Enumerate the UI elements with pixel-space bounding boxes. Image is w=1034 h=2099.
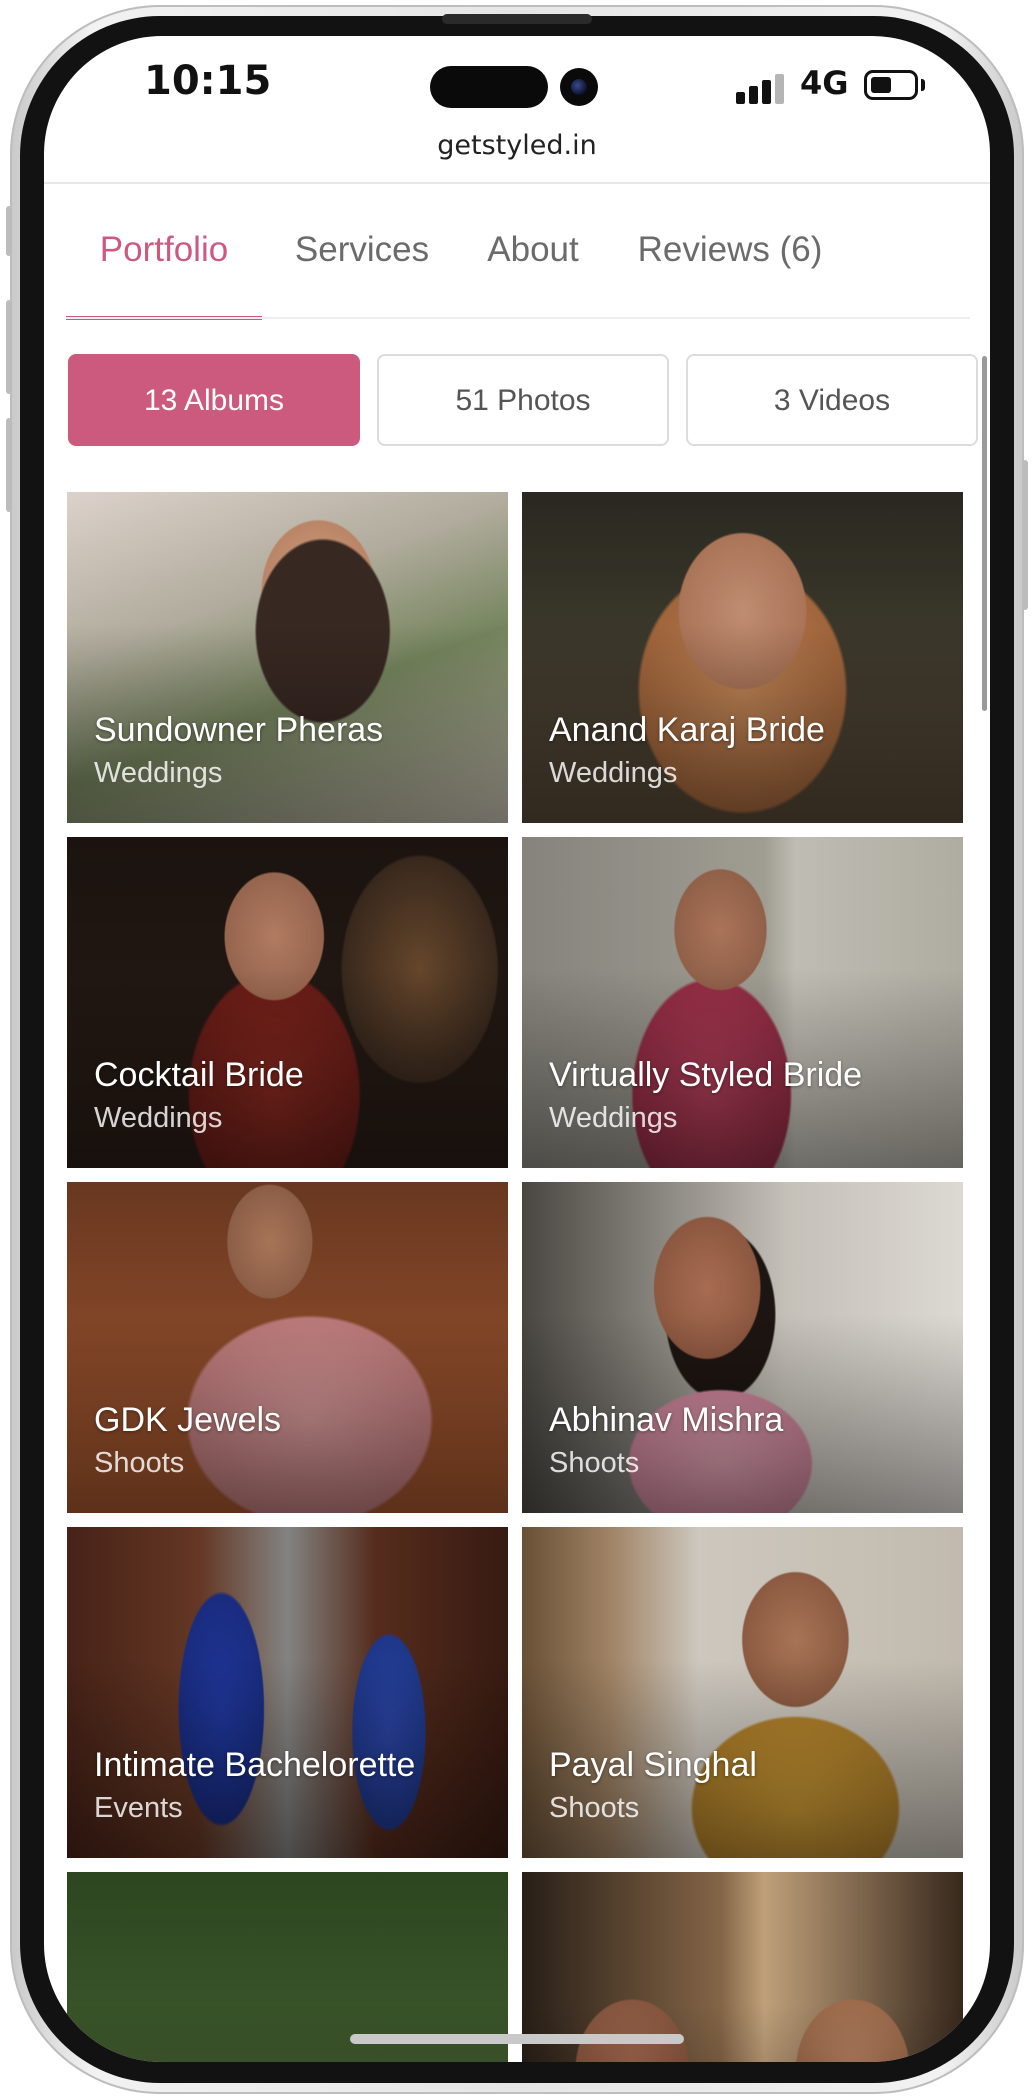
battery-icon [864, 70, 918, 100]
album-card[interactable]: Abhinav Mishra Shoots [522, 1182, 963, 1513]
photos-filter-button[interactable]: 51 Photos [377, 354, 669, 446]
album-title: Intimate Bachelorette [94, 1746, 416, 1784]
tab-about[interactable]: About [462, 210, 604, 320]
album-card[interactable]: Sundowner Pheras Weddings [67, 492, 508, 823]
album-card[interactable]: GDK Jewels Shoots [67, 1182, 508, 1513]
album-category: Weddings [549, 1102, 678, 1134]
earpiece [442, 14, 592, 24]
album-card[interactable]: Virtually Styled Bride Weddings [522, 837, 963, 1168]
tab-services[interactable]: Services [272, 210, 452, 320]
status-time: 10:15 [144, 58, 272, 104]
album-title: Anand Karaj Bride [549, 711, 825, 749]
power-button [1022, 460, 1028, 610]
album-category: Weddings [549, 757, 678, 789]
tabs-divider [66, 317, 970, 319]
album-title: GDK Jewels [94, 1401, 282, 1439]
album-card[interactable]: Cocktail Bride Weddings [67, 837, 508, 1168]
tab-portfolio[interactable]: Portfolio [66, 210, 262, 320]
tab-reviews[interactable]: Reviews (6) [614, 210, 846, 320]
home-indicator[interactable] [350, 2034, 684, 2044]
phone-screen: 10:15 4G getstyled.in Portfolio Services… [44, 36, 990, 2062]
dynamic-island [430, 66, 548, 108]
album-card[interactable]: Anand Karaj Bride Weddings [522, 492, 963, 823]
browser-url[interactable]: getstyled.in [44, 130, 990, 161]
album-title: Virtually Styled Bride [549, 1056, 863, 1094]
front-camera-icon [560, 68, 598, 106]
album-category: Events [94, 1792, 183, 1824]
videos-filter-button[interactable]: 3 Videos [686, 354, 978, 446]
battery-cap [921, 79, 925, 91]
volume-down-button [6, 418, 12, 512]
profile-tabs: Portfolio Services About Reviews (6) [66, 210, 970, 320]
album-card[interactable]: Intimate Bachelorette Events [67, 1527, 508, 1858]
album-card[interactable]: Payal Singhal Shoots [522, 1527, 963, 1858]
album-title: Sundowner Pheras [94, 711, 384, 749]
album-title: Payal Singhal [549, 1746, 757, 1784]
album-category: Shoots [94, 1447, 185, 1479]
volume-up-button [6, 300, 12, 394]
albums-filter-button[interactable]: 13 Albums [68, 354, 360, 446]
scrollbar[interactable] [982, 356, 987, 711]
album-category: Weddings [94, 757, 223, 789]
album-title: Cocktail Bride [94, 1056, 304, 1094]
album-title: Abhinav Mishra [549, 1401, 784, 1439]
album-category: Shoots [549, 1447, 640, 1479]
url-divider [44, 182, 990, 184]
album-category: Shoots [549, 1792, 640, 1824]
cellular-signal-icon [736, 74, 786, 104]
action-button [6, 206, 12, 256]
album-category: Weddings [94, 1102, 223, 1134]
network-type: 4G [800, 64, 849, 102]
